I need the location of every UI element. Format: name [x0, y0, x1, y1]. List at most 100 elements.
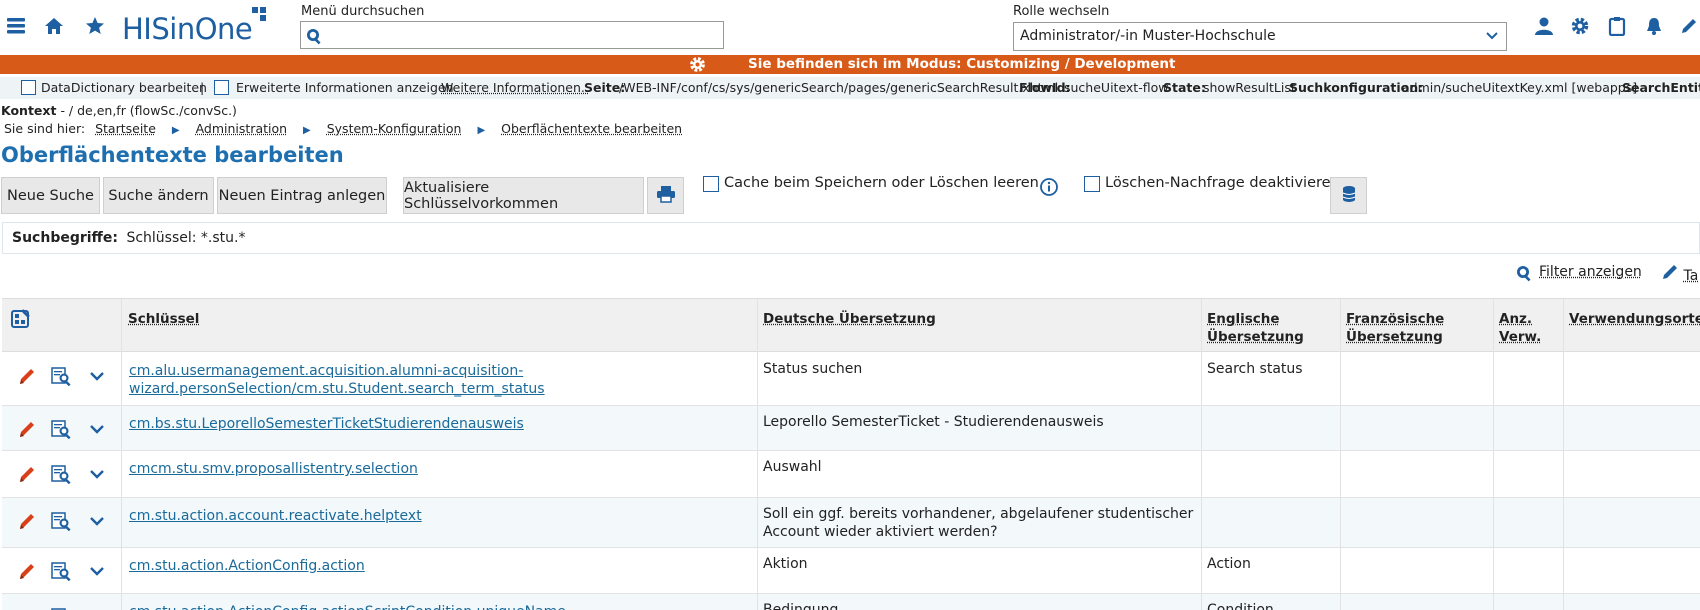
role-label: Rolle wechseln [1013, 4, 1110, 19]
column-divider [121, 299, 122, 610]
results-table: Schlüssel Deutsche Übersetzung Englische… [2, 298, 1700, 610]
key-link[interactable]: cmcm.stu.smv.proposallistentry.selection [129, 460, 749, 478]
more-info-link[interactable]: Weitere Informationen.. [441, 80, 589, 95]
edit-icon[interactable] [16, 560, 38, 582]
database-button[interactable] [1330, 177, 1367, 214]
chevron-down-icon[interactable] [86, 560, 108, 582]
col-count-header-line1: Anz. [1499, 311, 1533, 327]
clear-cache-checkbox[interactable] [703, 176, 719, 192]
german-translation-line: Bedingung [763, 602, 839, 610]
view-details-icon[interactable] [51, 606, 73, 610]
key-link[interactable]: cm.stu.action.ActionConfig.actionScriptC… [129, 603, 749, 610]
bell-icon[interactable] [1643, 15, 1665, 37]
col-en-header-line1: Englische [1207, 311, 1280, 327]
pencil-icon [1661, 265, 1683, 284]
key-line: cm.bs.stu.LeporelloSemesterTicketStudier… [129, 416, 524, 432]
edit-icon[interactable] [16, 463, 38, 485]
refresh-key-usage-button[interactable]: Aktualisiere Schlüsselvorkommen [403, 177, 644, 214]
role-value: Administrator/-in Muster-Hochschule [1020, 28, 1276, 44]
datadictionary-checkbox[interactable] [21, 80, 36, 95]
breadcrumb-startseite[interactable]: Startseite [95, 121, 156, 136]
filter-toggle[interactable]: Filter anzeigen [1515, 264, 1642, 282]
edit-icon[interactable] [16, 365, 38, 387]
key-link[interactable]: cm.alu.usermanagement.acquisition.alumni… [129, 362, 749, 398]
search-terms-panel: Suchbegriffe: Schlüssel: *.stu.* [2, 222, 1700, 254]
german-translation-line: Soll ein ggf. bereits vorhandener, abgel… [763, 506, 1194, 522]
extended-info-checkbox[interactable] [214, 80, 229, 95]
clipboard-icon[interactable] [1606, 15, 1628, 37]
view-details-icon[interactable] [51, 510, 73, 532]
table-header: Schlüssel Deutsche Übersetzung Englische… [2, 299, 1700, 352]
chevron-down-icon[interactable] [86, 606, 108, 610]
col-usage-header[interactable]: Verwendungsorte [1569, 310, 1700, 328]
printer-icon [656, 185, 676, 207]
view-details-icon[interactable] [51, 418, 73, 440]
edit-search-button[interactable]: Suche ändern [103, 177, 214, 214]
col-en-header[interactable]: Englische Übersetzung [1207, 310, 1304, 346]
print-button[interactable] [647, 177, 684, 214]
chevron-down-icon [1486, 30, 1498, 46]
chevron-down-icon[interactable] [86, 510, 108, 532]
menu-search-input[interactable] [300, 21, 724, 49]
key-link[interactable]: cm.bs.stu.LeporelloSemesterTicketStudier… [129, 415, 749, 433]
developer-info-bar: DataDictionary bearbeiten | Erweiterte I… [0, 77, 1700, 99]
disable-delete-confirm-checkbox[interactable] [1084, 176, 1100, 192]
view-details-icon[interactable] [51, 560, 73, 582]
star-icon[interactable] [83, 14, 107, 38]
col-fr-header[interactable]: Französische Übersetzung [1346, 310, 1444, 346]
english-translation: Action [1207, 556, 1251, 572]
column-divider [1563, 299, 1564, 610]
clear-cache-label: Cache beim Speichern oder Löschen leeren [724, 175, 1039, 191]
breadcrumb-system-konfiguration[interactable]: System-Konfiguration [327, 121, 462, 136]
german-translation-line: Status suchen [763, 361, 863, 377]
column-divider [1493, 299, 1494, 610]
edit-icon[interactable] [16, 606, 38, 610]
col-de-header[interactable]: Deutsche Übersetzung [763, 310, 936, 328]
german-translation: Bedingung [763, 601, 1195, 610]
view-details-icon[interactable] [51, 365, 73, 387]
key-link[interactable]: cm.stu.action.account.reactivate.helptex… [129, 507, 749, 525]
user-icon[interactable] [1533, 15, 1555, 37]
column-config-icon[interactable] [10, 307, 32, 329]
column-divider [1340, 299, 1341, 610]
view-details-icon[interactable] [51, 463, 73, 485]
table-settings-link[interactable]: Ta [1661, 264, 1698, 284]
chevron-down-icon[interactable] [86, 418, 108, 440]
key-link[interactable]: cm.stu.action.ActionConfig.action [129, 557, 749, 575]
edit-icon[interactable] [16, 510, 38, 532]
pencil-icon[interactable] [1678, 15, 1700, 37]
key-line: cm.stu.action.account.reactivate.helptex… [129, 508, 422, 524]
new-search-button[interactable]: Neue Suche [1, 177, 100, 214]
col-count-header[interactable]: Anz. Verw. [1499, 310, 1541, 346]
english-translation: Condition [1207, 602, 1274, 610]
hamburger-menu-icon[interactable] [4, 14, 28, 38]
page-title: Oberflächentexte bearbeiten [1, 143, 344, 167]
logo-square [252, 7, 258, 13]
home-icon[interactable] [42, 14, 66, 38]
hisinone-logo[interactable]: HISinOne [122, 12, 253, 46]
table-row: cm.stu.action.ActionConfig.action Aktion A… [2, 548, 1700, 594]
edit-icon[interactable] [16, 418, 38, 440]
search-icon [1515, 264, 1533, 286]
gear-icon[interactable] [1569, 15, 1591, 37]
new-entry-button[interactable]: Neuen Eintrag anlegen [217, 177, 387, 214]
role-select[interactable]: Administrator/-in Muster-Hochschule [1013, 22, 1507, 51]
customizing-mode-banner: Sie befinden sich im Modus: Customizing … [0, 55, 1700, 74]
datadictionary-label: DataDictionary bearbeiten [41, 80, 207, 95]
english-translation: Search status [1207, 361, 1303, 377]
chevron-right-icon: ▶ [477, 125, 486, 136]
breadcrumb: Sie sind hier: Startseite ▶ Administrati… [4, 121, 682, 136]
suchkonfiguration-value: admin/sucheUitextKey.xml [webapps] [1402, 80, 1638, 95]
chevron-down-icon[interactable] [86, 463, 108, 485]
logo-square [260, 7, 266, 13]
breadcrumb-administration[interactable]: Administration [196, 121, 287, 136]
col-key-header[interactable]: Schlüssel [128, 310, 199, 328]
german-translation-line: Auswahl [763, 459, 822, 475]
mode-banner-text: Sie befinden sich im Modus: Customizing … [748, 56, 1176, 72]
chevron-down-icon[interactable] [86, 365, 108, 387]
breadcrumb-current[interactable]: Oberflächentexte bearbeiten [501, 121, 682, 136]
state-label: State: [1163, 80, 1206, 95]
german-translation-line: Leporello SemesterTicket - Studierendena… [763, 414, 1104, 430]
info-icon[interactable] [1039, 177, 1059, 201]
col-count-header-line2: Verw. [1499, 329, 1542, 345]
